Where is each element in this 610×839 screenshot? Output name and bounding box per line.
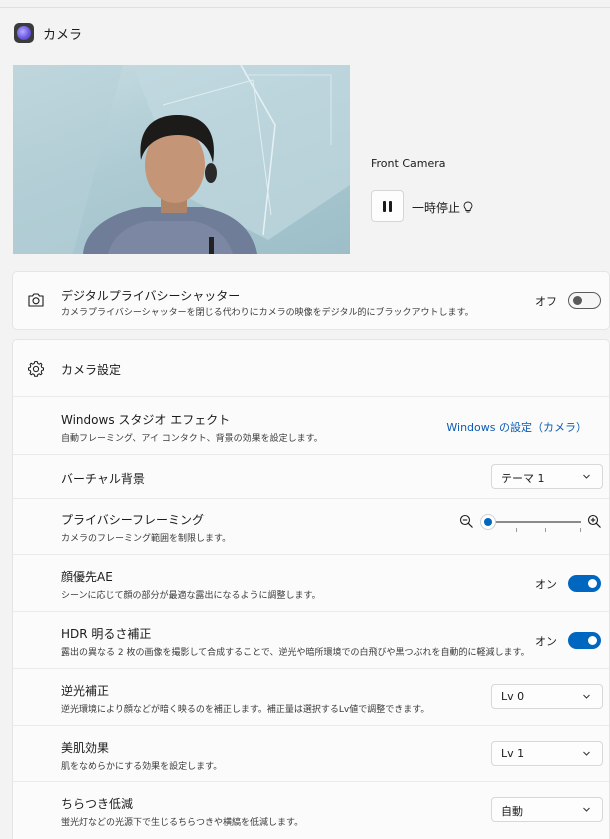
windows-settings-link[interactable]: Windows の設定（カメラ）	[446, 419, 587, 435]
privacy-shutter-title: デジタルプライバシーシャッター	[61, 289, 241, 303]
face-ae-toggle-wrap: オン	[535, 575, 601, 592]
privacy-shutter-toggle-wrap: オフ	[535, 292, 601, 309]
flicker-title: ちらつき低減	[61, 797, 134, 811]
chevron-down-icon	[583, 807, 590, 812]
camera-icon	[28, 293, 44, 307]
pause-button[interactable]	[371, 190, 404, 222]
privacy-shutter-card: デジタルプライバシーシャッター カメラプライバシーシャッターを閉じる代わりにカメ…	[12, 271, 610, 330]
pause-label-text: 一時停止	[412, 201, 461, 215]
face-ae-state: オン	[535, 577, 557, 591]
camera-settings-card: カメラ設定 Windows スタジオ エフェクト 自動フレーミング、アイ コンタ…	[12, 339, 610, 839]
studio-effects-title: Windows スタジオ エフェクト	[61, 413, 231, 427]
privacy-framing-desc: カメラのフレーミング範囲を制限します。	[61, 534, 232, 544]
privacy-framing-title: プライバシーフレーミング	[61, 513, 205, 527]
hdr-desc: 露出の異なる 2 枚の画像を撮影して合成することで、逆光や暗所環境での白飛びや黒…	[61, 648, 530, 658]
hdr-state: オン	[535, 634, 557, 648]
privacy-framing-slider[interactable]	[459, 510, 605, 534]
studio-effects-row: Windows スタジオ エフェクト 自動フレーミング、アイ コンタクト、背景の…	[13, 396, 609, 454]
backlight-row: 逆光補正 逆光環境により顔などが暗く映るのを補正します。補正量は選択するLv値で…	[13, 668, 609, 725]
skin-value: Lv 1	[501, 747, 525, 760]
lightbulb-icon[interactable]	[463, 201, 473, 214]
camera-preview	[13, 65, 350, 254]
backlight-value: Lv 0	[501, 690, 525, 703]
backlight-dropdown[interactable]: Lv 0	[491, 684, 603, 709]
zoom-out-icon[interactable]	[459, 514, 474, 529]
flicker-value: 自動	[501, 805, 523, 818]
privacy-shutter-state: オフ	[535, 294, 557, 308]
hdr-title: HDR 明るさ補正	[61, 627, 152, 641]
top-divider	[0, 7, 610, 8]
settings-header-title: カメラ設定	[61, 363, 122, 377]
privacy-framing-row: プライバシーフレーミング カメラのフレーミング範囲を制限します。	[13, 498, 609, 554]
flicker-row: ちらつき低減 蛍光灯などの光源下で生じるちらつきや横縞を低減します。 自動	[13, 781, 609, 839]
face-ae-desc: シーンに応じて顔の部分が最適な露出になるように調整します。	[61, 591, 321, 601]
hdr-toggle-wrap: オン	[535, 632, 601, 649]
chevron-down-icon	[583, 694, 590, 699]
face-ae-title: 顔優先AE	[61, 570, 113, 584]
skin-desc: 肌をなめらかにする効果を設定します。	[61, 762, 223, 772]
virtual-background-dropdown[interactable]: テーマ 1	[491, 464, 603, 489]
virtual-background-title: バーチャル背景	[61, 472, 145, 486]
app-title: カメラ	[43, 27, 83, 43]
flicker-dropdown[interactable]: 自動	[491, 797, 603, 822]
pause-icon	[383, 200, 386, 212]
backlight-title: 逆光補正	[61, 684, 110, 698]
pause-label: 一時停止	[412, 199, 473, 216]
settings-header: カメラ設定	[13, 340, 609, 396]
skin-dropdown[interactable]: Lv 1	[491, 741, 603, 766]
hdr-row: HDR 明るさ補正 露出の異なる 2 枚の画像を撮影して合成することで、逆光や暗…	[13, 611, 609, 668]
privacy-shutter-toggle[interactable]	[568, 292, 601, 309]
chevron-down-icon	[583, 751, 590, 756]
app-header: カメラ	[14, 22, 82, 44]
privacy-shutter-desc: カメラプライバシーシャッターを閉じる代わりにカメラの映像をデジタル的にブラックア…	[61, 308, 474, 318]
face-ae-row: 顔優先AE シーンに応じて顔の部分が最適な露出になるように調整します。 オン	[13, 554, 609, 611]
zoom-in-icon[interactable]	[587, 514, 602, 529]
virtual-background-row: バーチャル背景 テーマ 1	[13, 454, 609, 498]
virtual-background-value: テーマ 1	[501, 472, 545, 485]
skin-row: 美肌効果 肌をなめらかにする効果を設定します。 Lv 1	[13, 725, 609, 781]
privacy-framing-slider-thumb[interactable]	[480, 514, 496, 530]
studio-effects-desc: 自動フレーミング、アイ コンタクト、背景の効果を設定します。	[61, 434, 323, 444]
face-ae-toggle[interactable]	[568, 575, 601, 592]
hdr-toggle[interactable]	[568, 632, 601, 649]
skin-title: 美肌効果	[61, 741, 110, 755]
camera-app-icon	[14, 23, 34, 43]
backlight-desc: 逆光環境により顔などが暗く映るのを補正します。補正量は選択するLv値で調整できま…	[61, 705, 430, 715]
chevron-down-icon	[583, 474, 590, 479]
flicker-desc: 蛍光灯などの光源下で生じるちらつきや横縞を低減します。	[61, 818, 304, 828]
camera-name: Front Camera	[371, 157, 446, 170]
gear-icon	[28, 360, 44, 377]
